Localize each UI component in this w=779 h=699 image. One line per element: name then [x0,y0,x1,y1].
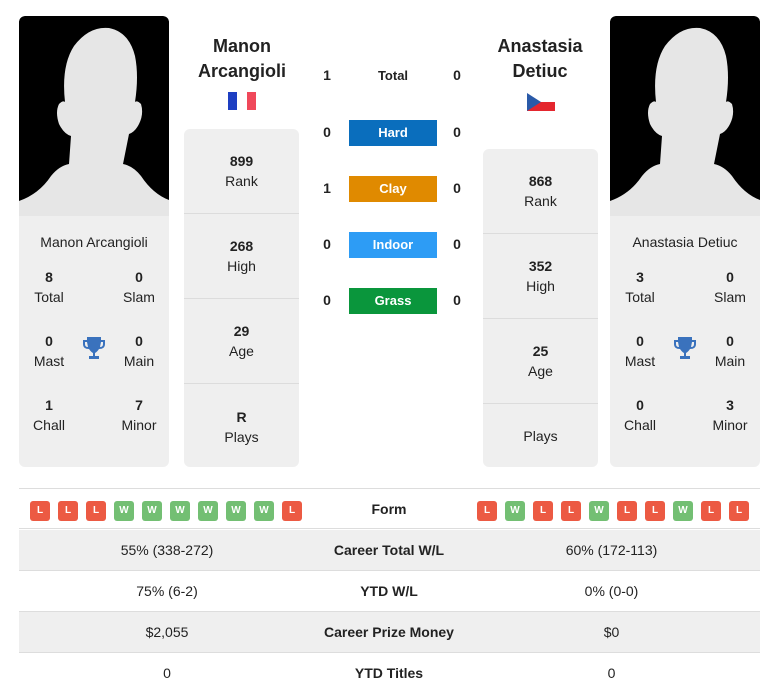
player1-plays: R Plays [224,408,259,445]
form-badge-loss[interactable]: L [86,501,106,521]
form-row: LLLWWWWWWL Form LWLLWLLWLL [19,488,760,529]
surface-hard-badge[interactable]: Hard [349,120,437,146]
france-flag-icon [228,92,256,110]
career-total-wl-row: 55% (338-272) Career Total W/L 60% (172-… [19,530,760,571]
player1-titles-main: 0 Main [123,333,155,369]
form-label: Form [371,501,407,517]
player1-photo [19,16,169,216]
player1-titles-total: 8 Total [34,269,64,305]
czech-flag-icon [527,93,555,111]
player2-titles-total: 3 Total [625,269,655,305]
h2h-total: 1 Total 0 [310,63,470,89]
player2-titles-mast: 0 Mast [624,333,656,369]
player2-full-name: Anastasia Detiuc [632,234,738,250]
form-badge-win[interactable]: W [505,501,525,521]
form-badge-loss[interactable]: L [645,501,665,521]
player1-full-name: Manon Arcangioli [40,234,148,250]
player1-titles-chall: 1 Chall [33,397,65,433]
player2-titles-main: 0 Main [714,333,746,369]
form-badge-loss[interactable]: L [282,501,302,521]
h2h-total-label: Total [377,68,409,83]
player1-card: Manon Arcangioli 8 Total 0 Slam 0 Mast 0… [19,16,169,467]
form-badge-win[interactable]: W [673,501,693,521]
form-badge-win[interactable]: W [589,501,609,521]
player2-high: 352 High [483,234,598,319]
player2-titles-minor: 3 Minor [712,397,748,433]
h2h-clay: 1 Clay 0 [310,176,470,202]
form-badge-win[interactable]: W [226,501,246,521]
player1-titles-minor: 7 Minor [121,397,157,433]
surface-indoor-badge[interactable]: Indoor [349,232,437,258]
silhouette-icon [19,27,169,216]
player2-photo [610,16,760,216]
player1-stats: 899 Rank 268 High 29 Age R Plays [184,129,299,467]
form-badge-loss[interactable]: L [58,501,78,521]
player2-form: LWLLWLLWLL [477,501,749,521]
player1-age: 29 Age [184,299,299,384]
form-badge-loss[interactable]: L [477,501,497,521]
trophy-icon [83,337,105,359]
player1-titles-mast: 0 Mast [33,333,65,369]
player1-high: 268 High [184,214,299,299]
surface-grass-badge[interactable]: Grass [349,288,437,314]
form-badge-loss[interactable]: L [533,501,553,521]
player2-plays: Plays [523,427,558,444]
player1-rank: 899 Rank [184,129,299,214]
form-badge-loss[interactable]: L [701,501,721,521]
player1-name[interactable]: Manon Arcangioli [177,34,307,84]
player1-titles: 8 Total 0 Slam 0 Mast 0 Main 1 Chall 7 M… [19,250,169,450]
player2-titles-slam: 0 Slam [714,269,746,305]
form-badge-win[interactable]: W [254,501,274,521]
trophy-icon [674,337,696,359]
career-prize-money-row: $2,055 Career Prize Money $0 [19,612,760,653]
player2-age: 25 Age [483,319,598,404]
form-badge-win[interactable]: W [114,501,134,521]
form-badge-loss[interactable]: L [561,501,581,521]
form-badge-win[interactable]: W [142,501,162,521]
player2-card: Anastasia Detiuc 3 Total 0 Slam 0 Mast 0… [610,16,760,467]
form-badge-loss[interactable]: L [617,501,637,521]
ytd-titles-row: 0 YTD Titles 0 [163,665,616,681]
ytd-wl-row: 75% (6-2) YTD W/L 0% (0-0) [19,571,760,612]
silhouette-icon [610,27,760,216]
form-badge-win[interactable]: W [198,501,218,521]
h2h-hard: 0 Hard 0 [310,120,470,146]
surface-clay-badge[interactable]: Clay [349,176,437,202]
player1-titles-slam: 0 Slam [123,269,155,305]
player2-name[interactable]: Anastasia Detiuc [475,34,605,84]
form-badge-win[interactable]: W [170,501,190,521]
player2-titles: 3 Total 0 Slam 0 Mast 0 Main 0 Chall 3 M… [610,250,760,450]
h2h-grass: 0 Grass 0 [310,288,470,314]
h2h-indoor: 0 Indoor 0 [310,232,470,258]
form-badge-loss[interactable]: L [729,501,749,521]
player1-form: LLLWWWWWWL [30,501,302,521]
player2-stats: 868 Rank 352 High 25 Age Plays [483,149,598,467]
form-badge-loss[interactable]: L [30,501,50,521]
player2-titles-chall: 0 Chall [624,397,656,433]
player2-rank: 868 Rank [483,149,598,234]
